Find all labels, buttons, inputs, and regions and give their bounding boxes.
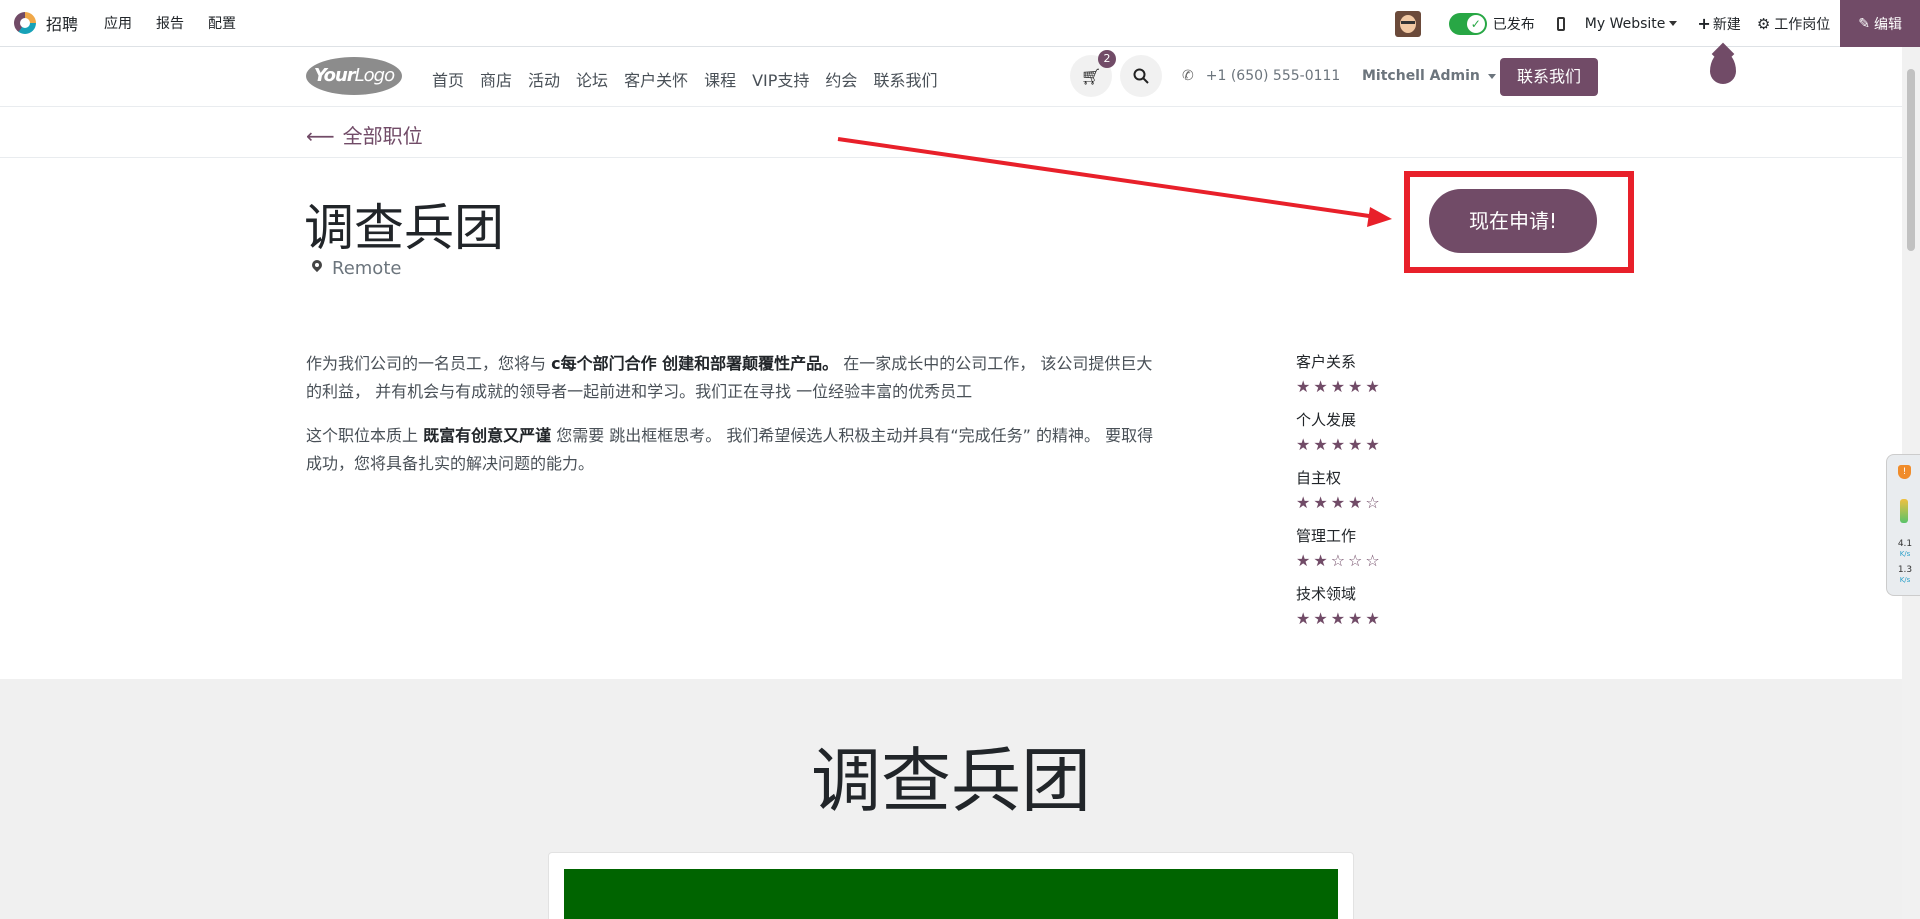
published-label[interactable]: 已发布 [1493,14,1535,34]
nav-home[interactable]: 首页 [432,67,464,91]
website-selector[interactable]: My Website [1585,16,1678,32]
cart-icon: 🛒︎ [1080,66,1102,86]
all-jobs-label: 全部职位 [342,124,423,148]
jobs-label: 工作岗位 [1774,16,1831,33]
nav-vip-support[interactable]: VIP支持 [752,67,809,91]
edit-label: 编辑 [1874,16,1902,33]
rating-autonomy: 自主权 ★★★★☆ [1296,466,1436,516]
scrollbar-thumb[interactable] [1907,69,1915,251]
cart-count-badge: 2 [1098,50,1116,68]
rating-technical-expertise: 技术领域 ★★★★★ [1296,582,1436,632]
star-rating: ★★☆☆☆ [1296,551,1383,570]
logo-text-logo: Logo [354,65,395,86]
droplet-icon[interactable] [1710,52,1736,84]
chevron-down-icon [1669,21,1678,26]
star-rating: ★★★★☆ [1296,493,1383,512]
cart-button[interactable]: 🛒︎ 2 [1070,50,1116,97]
star-rating: ★★★★★ [1296,609,1383,628]
site-logo[interactable]: YourLogo [306,57,402,95]
nav-appointment[interactable]: 约会 [825,67,857,91]
all-jobs-link[interactable]: ⟵ 全部职位 [306,120,423,149]
published-toggle[interactable]: ✓ [1448,12,1487,35]
desc-bold: 既富有创意又严谨 [423,426,552,445]
rating-administrative-work: 管理工作 ★★☆☆☆ [1296,524,1436,574]
nav-contact[interactable]: 联系我们 [873,67,937,91]
desc-bold: c每个部门合作 创建和部署颠覆性产品。 [551,354,839,373]
job-location: Remote [312,258,401,279]
contact-us-button[interactable]: 联系我们 [1500,58,1598,96]
odoo-menu: 应用 报告 配置 [92,13,248,33]
rating-label: 客户关系 [1296,353,1357,371]
phone-link[interactable]: ✆ +1 (650) 555-0111 [1182,68,1340,84]
check-icon: ✓ [1466,14,1485,33]
nav-events[interactable]: 活动 [528,67,560,91]
download-speed: 1.3 [1897,565,1913,575]
rating-label: 个人发展 [1296,411,1357,429]
job-description: 作为我们公司的一名员工，您将与 c每个部门合作 创建和部署颠覆性产品。 在一家成… [306,350,1156,494]
chevron-down-icon [1487,73,1496,79]
rating-customer-relations: 客户关系 ★★★★★ [1296,350,1436,400]
odoo-top-bar: 招聘 应用 报告 配置 ✓ 已发布 My Website + 新建 ⚙ 工作岗位 ✎… [0,0,1920,47]
description-paragraph-2: 这个职位本质上 既富有创意又严谨 您需要 跳出框框思考。 我们希望候选人积极主动… [306,422,1156,478]
apply-now-button[interactable]: 现在申请! [1429,189,1597,253]
user-menu[interactable]: Mitchell Admin [1362,68,1496,84]
new-label: 新建 [1712,16,1741,33]
website-label: My Website [1584,15,1666,32]
menu-item-reports[interactable]: 报告 [156,13,184,33]
menu-item-apps[interactable]: 应用 [104,13,132,33]
nav-courses[interactable]: 课程 [704,67,736,91]
star-rating: ★★★★★ [1296,435,1383,454]
job-location-text: Remote [332,258,402,279]
odoo-app-icon[interactable] [14,12,36,34]
search-button[interactable] [1120,55,1162,97]
download-unit: K/s [1899,576,1911,584]
rating-label: 自主权 [1296,469,1342,487]
phone-icon: ✆ [1182,68,1194,84]
avatar[interactable] [1394,10,1421,37]
rating-label: 管理工作 [1296,527,1357,545]
mobile-preview-icon[interactable] [1556,16,1565,31]
gear-icon: ⚙ [1756,14,1771,33]
job-ratings: 客户关系 ★★★★★ 个人发展 ★★★★★ 自主权 ★★★★☆ 管理工作 ★★☆… [1296,350,1436,640]
app-name[interactable]: 招聘 [46,11,78,35]
job-title: 调查兵团 [304,199,504,257]
arrow-left-icon: ⟵ [306,124,335,148]
nav-helpdesk[interactable]: 客户关怀 [624,67,688,91]
green-banner [564,869,1338,919]
shield-icon: ! [1898,465,1911,479]
user-name: Mitchell Admin [1362,68,1480,84]
edit-button[interactable]: ✎ 编辑 [1840,0,1920,47]
new-button[interactable]: + 新建 [1697,14,1740,34]
level-bar-icon [1900,499,1908,523]
pencil-icon: ✎ [1858,15,1870,32]
menu-item-config[interactable]: 配置 [208,13,236,33]
website-header: YourLogo 首页 商店 活动 论坛 客户关怀 课程 VIP支持 约会 联系… [0,47,1902,107]
site-nav: 首页 商店 活动 论坛 客户关怀 课程 VIP支持 约会 联系我们 [432,67,953,91]
desc-text: 作为我们公司的一名员工，您将与 [306,354,552,373]
rating-label: 技术领域 [1296,585,1357,603]
search-icon [1133,68,1149,84]
jobs-button[interactable]: ⚙ 工作岗位 [1757,14,1830,34]
logo-text-your: Your [313,65,356,86]
network-speed-widget[interactable]: ! 4.1 K/s 1.3 K/s [1886,454,1920,596]
rating-personal-development: 个人发展 ★★★★★ [1296,408,1436,458]
map-pin-icon [312,260,322,274]
plus-icon: + [1697,13,1711,33]
nav-shop[interactable]: 商店 [480,67,512,91]
odoo-right-tools: ✓ 已发布 My Website + 新建 ⚙ 工作岗位 ✎ 编辑 [1394,0,1920,47]
star-rating: ★★★★★ [1296,377,1383,396]
section-title: 调查兵团 [811,740,1091,822]
phone-number: +1 (650) 555-0111 [1205,68,1341,84]
upload-speed: 4.1 [1897,539,1913,549]
description-paragraph-1: 作为我们公司的一名员工，您将与 c每个部门合作 创建和部署颠覆性产品。 在一家成… [306,350,1156,406]
back-row: ⟵ 全部职位 [0,107,1902,158]
desc-text: 这个职位本质上 [306,426,424,445]
nav-forum[interactable]: 论坛 [576,67,608,91]
upload-unit: K/s [1899,550,1911,558]
